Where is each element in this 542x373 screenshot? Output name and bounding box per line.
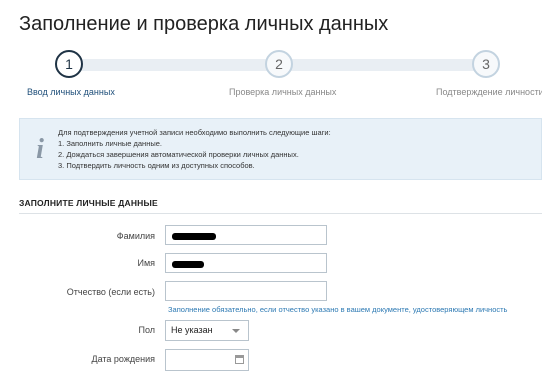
step-1-label: Ввод личных данных xyxy=(27,87,115,97)
step-3-label: Подтверждение личности xyxy=(436,87,542,97)
redaction-mark xyxy=(172,261,204,268)
info-box: i Для подтверждения учетной записи необх… xyxy=(19,118,542,180)
redaction-mark xyxy=(172,233,216,240)
step-2-circle[interactable]: 2 xyxy=(265,50,293,78)
section-title: ЗАПОЛНИТЕ ЛИЧНЫЕ ДАННЫЕ xyxy=(19,198,158,208)
info-icon: i xyxy=(36,134,44,165)
first-name-label: Имя xyxy=(137,258,155,268)
step-1-circle[interactable]: 1 xyxy=(55,50,83,78)
middle-name-hint: Заполнение обязательно, если отчество ук… xyxy=(168,305,508,314)
chevron-down-icon xyxy=(232,329,240,333)
first-name-input[interactable] xyxy=(165,253,327,273)
step-3-circle[interactable]: 3 xyxy=(472,50,500,78)
info-text: Для подтверждения учетной записи необход… xyxy=(58,127,331,171)
last-name-label: Фамилия xyxy=(116,231,155,241)
section-divider xyxy=(19,213,542,214)
step-2-label: Проверка личных данных xyxy=(229,87,337,97)
page-title: Заполнение и проверка личных данных xyxy=(19,13,389,35)
birth-date-input[interactable] xyxy=(165,349,249,371)
info-item: 2. Дождаться завершения автоматической п… xyxy=(58,150,299,159)
birth-date-label: Дата рождения xyxy=(91,354,156,364)
info-item: 3. Подтвердить личность одним из доступн… xyxy=(58,161,255,170)
calendar-icon[interactable] xyxy=(235,355,244,364)
gender-select-value: Не указан xyxy=(171,325,213,335)
gender-label: Пол xyxy=(138,325,155,335)
info-item: 1. Заполнить личные данные. xyxy=(58,139,162,148)
last-name-input[interactable] xyxy=(165,225,327,245)
middle-name-input[interactable] xyxy=(165,281,327,301)
middle-name-label: Отчество (если есть) xyxy=(66,287,155,297)
info-heading: Для подтверждения учетной записи необход… xyxy=(58,128,331,137)
gender-select[interactable]: Не указан xyxy=(165,320,249,341)
